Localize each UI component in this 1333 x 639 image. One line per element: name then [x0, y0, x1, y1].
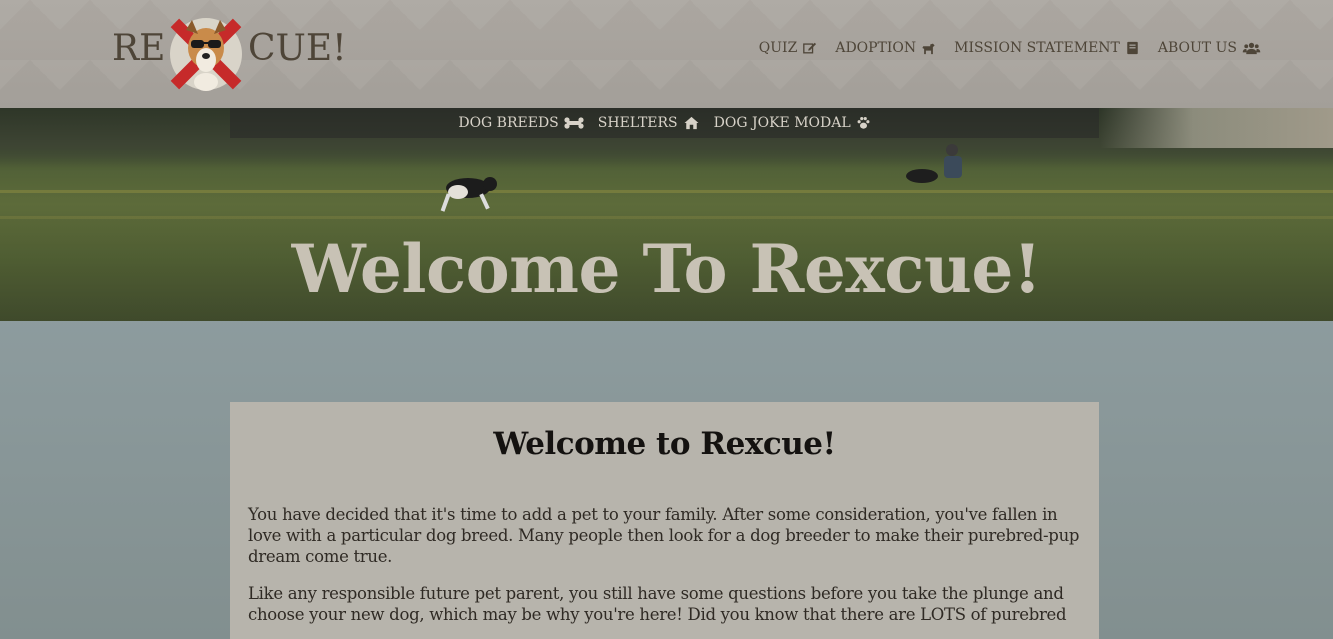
edit-icon: [803, 42, 817, 54]
nav-item-dog-breeds[interactable]: DOG BREEDS: [458, 115, 584, 131]
dog-with-sunglasses-icon: [170, 18, 242, 91]
nav-item-mission-statement[interactable]: MISSION STATEMENT: [954, 40, 1140, 56]
hero-field-line: [0, 190, 1333, 193]
users-icon: [1242, 42, 1261, 55]
nav-item-shelters[interactable]: SHELTERS: [598, 115, 700, 131]
nav-item-dog-joke-modal[interactable]: DOG JOKE MODAL: [714, 115, 871, 131]
site-header: RE CUE! QUIZ ADOPTION MISSION STATEMENT …: [0, 0, 1333, 108]
nav-item-quiz[interactable]: QUIZ: [759, 40, 818, 56]
nav-item-about-us[interactable]: ABOUT US: [1158, 40, 1261, 56]
book-icon: [1127, 41, 1138, 55]
card-paragraph-1: You have decided that it's time to add a…: [248, 505, 1080, 566]
running-dog-image: [440, 177, 497, 212]
hero-banner: DOG BREEDS SHELTERS DOG JOKE MODAL Welco…: [0, 108, 1333, 321]
nav-label-adoption: ADOPTION: [835, 40, 917, 56]
logo-text-right: CUE!: [248, 28, 347, 69]
card-paragraph-2: Like any responsible future pet parent, …: [248, 584, 1067, 624]
top-nav: QUIZ ADOPTION MISSION STATEMENT ABOUT US: [759, 40, 1261, 56]
paw-icon: [857, 117, 870, 129]
nav-label-dog-joke-modal: DOG JOKE MODAL: [713, 115, 851, 131]
nav-label-about-us: ABOUT US: [1157, 40, 1237, 56]
nav-label-shelters: SHELTERS: [597, 115, 678, 131]
nav-label-dog-breeds: DOG BREEDS: [458, 115, 559, 131]
hero-title: Welcome To Rexcue!: [291, 230, 1042, 308]
logo[interactable]: RE CUE!: [112, 8, 347, 98]
card-title: Welcome to Rexcue!: [493, 426, 836, 462]
bone-icon: [564, 117, 584, 129]
secondary-nav: DOG BREEDS SHELTERS DOG JOKE MODAL: [230, 108, 1099, 138]
hero-field-line: [0, 216, 1333, 219]
hero-sky: [1100, 108, 1333, 148]
person-with-dog-image: [906, 144, 962, 183]
logo-text-left: RE: [112, 28, 166, 69]
nav-item-adoption[interactable]: ADOPTION: [835, 40, 936, 56]
home-icon: [684, 116, 699, 130]
nav-label-quiz: QUIZ: [758, 40, 798, 56]
dog-icon: [922, 43, 935, 55]
nav-label-mission-statement: MISSION STATEMENT: [954, 40, 1120, 56]
welcome-card: Welcome to Rexcue! You have decided that…: [230, 402, 1099, 639]
